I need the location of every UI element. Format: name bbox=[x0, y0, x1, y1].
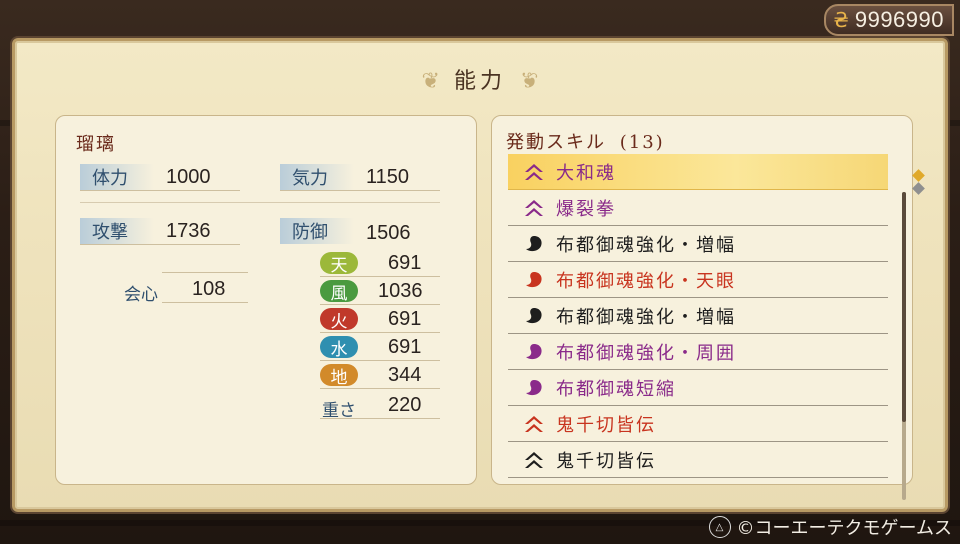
right-laurel-icon: ❦ bbox=[516, 69, 539, 94]
skills-header-label: 発動スキル bbox=[506, 132, 606, 153]
comma-orb-icon bbox=[522, 268, 546, 292]
window-title: ❦ 能力 ❦ bbox=[15, 63, 945, 95]
section-divider bbox=[80, 202, 440, 203]
divider bbox=[162, 302, 248, 303]
skills-header: 発動スキル (13) bbox=[506, 128, 665, 154]
skill-label: 布都御魂強化・周囲 bbox=[556, 342, 736, 364]
attack-label: 攻撃 bbox=[80, 218, 154, 244]
currency-display: ₴ 9996990 bbox=[824, 4, 954, 36]
skill-label: 大和魂 bbox=[556, 162, 616, 184]
chevron-up-icon bbox=[522, 412, 546, 436]
divider bbox=[320, 332, 440, 333]
skill-row[interactable]: 爆裂拳 bbox=[508, 190, 888, 226]
divider bbox=[320, 388, 440, 389]
divider bbox=[320, 276, 440, 277]
element-value-earth: 344 bbox=[388, 364, 422, 386]
element-badge-heaven: 天 bbox=[320, 252, 358, 276]
left-laurel-icon: ❦ bbox=[421, 69, 444, 94]
skill-row[interactable]: 大和魂 bbox=[508, 154, 888, 190]
attack-value: 1736 bbox=[166, 220, 211, 242]
weight-value: 220 bbox=[388, 394, 422, 416]
currency-amount: 9996990 bbox=[854, 7, 944, 32]
skill-label: 爆裂拳 bbox=[556, 198, 616, 220]
element-value-fire: 691 bbox=[388, 308, 422, 330]
skill-label: 布都御魂強化・増幅 bbox=[556, 234, 736, 256]
skill-row[interactable]: 布都御魂短縮 bbox=[508, 370, 888, 406]
chevron-up-icon bbox=[522, 448, 546, 472]
divider bbox=[320, 360, 440, 361]
skill-row[interactable]: 鬼千切皆伝 bbox=[508, 442, 888, 478]
skills-panel: 発動スキル (13) 大和魂 爆裂拳 布都御魂強化・増幅 布都御魂強化・天眼 布… bbox=[491, 115, 913, 500]
ability-window: ❦ 能力 ❦ 瑠璃 体力 1000 気力 1150 攻撃 1736 防御 1506 … bbox=[12, 38, 948, 512]
skill-label: 鬼千切皆伝 bbox=[556, 450, 656, 472]
crit-label: 会心 bbox=[124, 285, 158, 305]
coin-icon: ₴ bbox=[833, 8, 849, 32]
footer: △ ©コーエーテクモゲームス bbox=[708, 514, 952, 540]
skill-label: 布都御魂強化・天眼 bbox=[556, 270, 736, 292]
divider bbox=[320, 304, 440, 305]
element-badge-fire: 火 bbox=[320, 308, 358, 332]
skills-count: (13) bbox=[619, 132, 665, 153]
page-indicator bbox=[912, 169, 925, 195]
element-value-water: 691 bbox=[388, 336, 422, 358]
comma-orb-icon bbox=[522, 340, 546, 364]
skill-scrollbar[interactable] bbox=[902, 192, 906, 500]
chevron-up-icon bbox=[522, 160, 546, 184]
divider bbox=[80, 244, 240, 245]
triangle-button-icon[interactable]: △ bbox=[708, 516, 731, 538]
element-value-heaven: 691 bbox=[388, 252, 422, 274]
stats-panel: 瑠璃 体力 1000 気力 1150 攻撃 1736 防御 1506 天 691… bbox=[55, 115, 477, 485]
hp-label: 体力 bbox=[80, 164, 154, 190]
divider bbox=[162, 272, 248, 273]
skill-list[interactable]: 大和魂 爆裂拳 布都御魂強化・増幅 布都御魂強化・天眼 布都御魂強化・増幅 布都… bbox=[508, 154, 888, 478]
element-badge-earth: 地 bbox=[320, 364, 358, 388]
skill-row[interactable]: 布都御魂強化・増幅 bbox=[508, 298, 888, 334]
divider bbox=[280, 190, 440, 191]
ki-label: 気力 bbox=[280, 164, 354, 190]
element-badge-water: 水 bbox=[320, 336, 358, 360]
skill-row[interactable]: 布都御魂強化・周囲 bbox=[508, 334, 888, 370]
crit-value: 108 bbox=[192, 278, 226, 300]
divider bbox=[80, 190, 240, 191]
character-name: 瑠璃 bbox=[76, 134, 116, 155]
skill-row[interactable]: 布都御魂強化・天眼 bbox=[508, 262, 888, 298]
element-badge-wind: 風 bbox=[320, 280, 358, 304]
hp-value: 1000 bbox=[166, 166, 211, 188]
comma-orb-icon bbox=[522, 304, 546, 328]
title-text: 能力 bbox=[453, 69, 506, 94]
defense-value: 1506 bbox=[366, 222, 411, 244]
element-value-wind: 1036 bbox=[378, 280, 423, 302]
active-page-diamond-icon bbox=[912, 169, 925, 182]
skill-label: 鬼千切皆伝 bbox=[556, 414, 656, 436]
skill-label: 布都御魂強化・増幅 bbox=[556, 306, 736, 328]
ki-value: 1150 bbox=[366, 166, 410, 188]
comma-orb-icon bbox=[522, 232, 546, 256]
comma-orb-icon bbox=[522, 376, 546, 400]
defense-label: 防御 bbox=[280, 218, 354, 244]
scrollbar-thumb[interactable] bbox=[902, 192, 906, 422]
inactive-page-diamond-icon bbox=[912, 182, 925, 195]
chevron-up-icon bbox=[522, 196, 546, 220]
skill-row[interactable]: 布都御魂強化・増幅 bbox=[508, 226, 888, 262]
skill-label: 布都御魂短縮 bbox=[556, 378, 676, 400]
divider bbox=[320, 418, 440, 419]
skill-row[interactable]: 鬼千切皆伝 bbox=[508, 406, 888, 442]
copyright-text: ©コーエーテクモゲームス bbox=[736, 518, 952, 539]
